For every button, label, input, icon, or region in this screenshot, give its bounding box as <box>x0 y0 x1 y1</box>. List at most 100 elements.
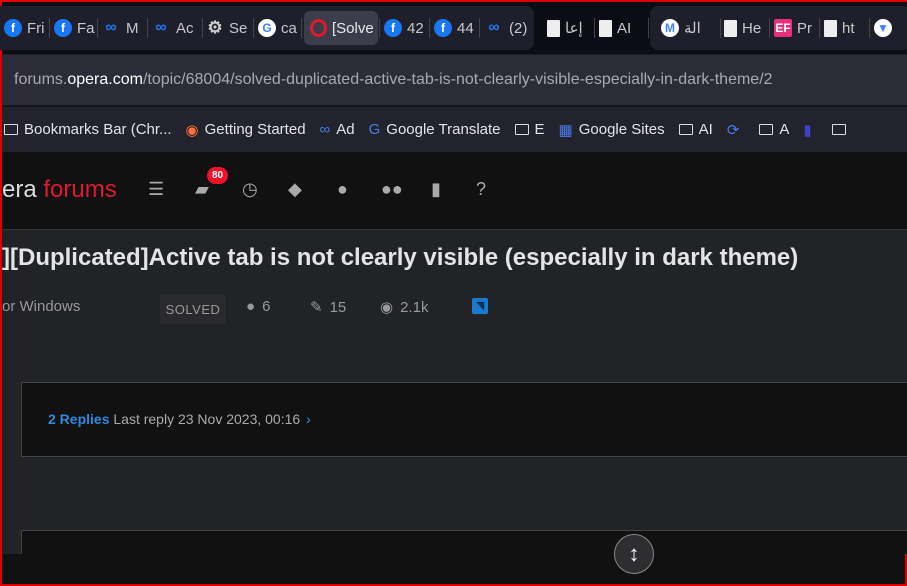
shield-icon: ▼ <box>874 19 892 37</box>
category-link[interactable]: or Windows <box>2 298 80 315</box>
tab-separator <box>648 18 649 38</box>
tab[interactable]: EF Pr <box>772 11 818 45</box>
user-icon[interactable]: ● <box>337 179 348 200</box>
tab[interactable]: He <box>722 11 768 45</box>
tab-label: [Solve <box>332 19 374 37</box>
gear-icon: ⚙ <box>207 18 223 37</box>
tab-separator <box>202 18 203 38</box>
url-text[interactable]: forums.opera.com/topic/68004/solved-dupl… <box>14 71 773 89</box>
tab-label: Ac <box>176 19 194 37</box>
users-icon[interactable]: ●● <box>381 179 403 200</box>
bottle-icon: ▮ <box>803 121 812 139</box>
bookmark-label: Getting Started <box>204 121 306 138</box>
tab-label: Fri <box>27 19 45 37</box>
bookmark-item[interactable]: A <box>759 121 789 138</box>
google-sites-icon: ▦ <box>558 121 573 139</box>
tags-icon[interactable]: ◆ <box>288 179 302 200</box>
book-icon[interactable]: ▮ <box>431 179 441 200</box>
meta-icon: ∞ <box>319 121 331 138</box>
rss-icon[interactable]: ◥ <box>472 298 488 314</box>
bookmark-item[interactable]: G Google Translate <box>369 121 501 138</box>
tab-separator <box>479 18 480 38</box>
tab[interactable]: ⚙ Se <box>204 11 252 45</box>
tab-separator <box>253 18 254 38</box>
gmail-icon: M <box>661 19 679 37</box>
bookmark-item[interactable]: Bookmarks Bar (Chr... <box>4 121 172 138</box>
tab[interactable]: [Solve <box>304 11 378 45</box>
bookmark-item[interactable]: ◉ Getting Started <box>186 121 306 139</box>
tab[interactable]: f Fri <box>2 11 48 45</box>
google-icon: G <box>258 19 276 37</box>
tab[interactable]: f 42 <box>382 11 428 45</box>
eye-icon: ◉ <box>380 299 394 316</box>
forum-logo[interactable]: era forums <box>2 176 117 204</box>
document-icon <box>824 19 837 37</box>
list-icon[interactable]: ☰ <box>148 179 164 200</box>
address-bar[interactable]: forums.opera.com/topic/68004/solved-dupl… <box>2 54 907 105</box>
tab-separator <box>869 18 870 38</box>
bookmark-item[interactable]: ⟳ <box>727 121 746 139</box>
tab[interactable]: f 44 <box>432 11 478 45</box>
topic-header: ][Duplicated]Active tab is not clearly v… <box>2 230 907 382</box>
tab-label: 44 <box>457 19 474 37</box>
tab[interactable]: AI <box>597 11 647 45</box>
bookmark-label: AI <box>698 121 713 138</box>
bookmark-item[interactable]: ∞ Ad <box>320 121 355 138</box>
bookmark-item[interactable]: ▮ <box>803 121 817 139</box>
tab-separator <box>147 18 148 38</box>
tab[interactable]: M الة <box>659 11 719 45</box>
tab[interactable]: f Fa <box>52 11 96 45</box>
tab-bar: f Fri f Fa ∞ M ∞ Ac ⚙ Se Gca [Solve f 42 f 44 ∞ (2) إعا AI M… <box>0 2 907 54</box>
tab-separator <box>301 18 302 38</box>
tab[interactable]: إعا <box>545 11 593 45</box>
tab-label: AI <box>617 19 632 37</box>
tab-label: He <box>742 19 762 37</box>
tab-label: ca <box>281 19 297 37</box>
tab-label: M <box>126 19 139 37</box>
bookmarks-bar: Bookmarks Bar (Chr... ◉ Getting Started ∞ Ad… <box>2 105 907 152</box>
bookmark-item[interactable]: AI <box>678 121 713 138</box>
tab[interactable]: ht <box>822 11 868 45</box>
forum-header: era forums ☰ ▰ 80 ◷ ◆ ● ●● ▮ ? <box>2 152 907 230</box>
tab-separator <box>379 18 380 38</box>
meta-icon: ∞ <box>105 19 117 36</box>
chevron-right-icon: › <box>306 411 311 427</box>
document-icon <box>724 19 737 37</box>
firefox-icon: ◉ <box>185 121 199 139</box>
left-strip <box>2 530 21 554</box>
clock-icon[interactable]: ◷ <box>242 179 258 200</box>
facebook-icon: f <box>4 19 22 37</box>
tab-label: 42 <box>407 19 424 37</box>
tab[interactable]: ∞ Ac <box>149 11 201 45</box>
posters-stat: ● 6 <box>246 298 271 315</box>
pencil-icon: ✎ <box>310 299 323 316</box>
bookmark-item[interactable]: E <box>514 121 545 138</box>
meta-icon: ∞ <box>155 19 167 36</box>
scroll-toggle-button[interactable]: ↕ <box>614 534 654 574</box>
inbox-icon[interactable]: ▰ <box>195 179 209 200</box>
left-strip <box>2 382 21 457</box>
views-stat: ◉ 2.1k <box>380 298 429 317</box>
ef-icon: EF <box>774 19 792 37</box>
tab-label: ht <box>842 19 855 37</box>
bookmark-label: A <box>779 121 790 138</box>
bookmark-item[interactable]: ▦ Google Sites <box>559 121 665 139</box>
replies-link[interactable]: 2 Replies Last reply 23 Nov 2023, 00:16 › <box>48 411 311 427</box>
help-icon[interactable]: ? <box>476 179 486 200</box>
bookmark-label: Bookmarks Bar (Chr... <box>24 121 172 138</box>
post-gap <box>2 457 907 530</box>
bookmark-label: Google Sites <box>578 121 665 138</box>
meta-icon: ∞ <box>488 19 500 36</box>
tab-separator <box>429 18 430 38</box>
bookmark-label: Ad <box>336 121 355 138</box>
tab[interactable]: ∞ (2) <box>482 11 532 45</box>
bookmark-item[interactable] <box>831 124 852 135</box>
tab-separator <box>769 18 770 38</box>
tab[interactable]: ▼ <box>872 11 907 45</box>
bookmark-label: E <box>534 121 545 138</box>
tab-label: الة <box>684 20 701 37</box>
tab[interactable]: Gca <box>256 11 300 45</box>
tab[interactable]: ∞ M <box>99 11 146 45</box>
opera-icon <box>310 19 327 37</box>
topic-title: ][Duplicated]Active tab is not clearly v… <box>2 244 799 271</box>
